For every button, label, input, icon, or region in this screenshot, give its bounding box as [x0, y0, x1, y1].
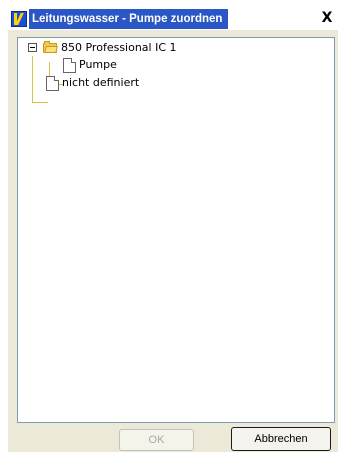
tree-expander-minus-icon[interactable]: [28, 43, 37, 52]
tree-node-nicht-definiert[interactable]: nicht definiert: [46, 75, 139, 91]
tree-view[interactable]: 850 Professional IC 1 Pumpe nicht defini…: [17, 37, 335, 423]
folder-open-icon: [42, 41, 58, 55]
app-logo-icon: [11, 11, 27, 27]
tree-node-folder[interactable]: 850 Professional IC 1: [42, 40, 177, 56]
ok-button[interactable]: OK: [119, 429, 194, 451]
tree-node-label: Pumpe: [79, 58, 117, 71]
tree-connector-line: [32, 56, 33, 103]
tree-node-label: nicht definiert: [62, 76, 140, 89]
tree-connector-line: [32, 102, 48, 103]
title-bar[interactable]: Leitungswasser - Pumpe zuordnen X: [8, 8, 338, 30]
dialog-window: Leitungswasser - Pumpe zuordnen X 850 Pr…: [8, 8, 338, 452]
window-title: Leitungswasser - Pumpe zuordnen: [29, 9, 229, 29]
close-button[interactable]: X: [318, 10, 336, 28]
tree-node-label: 850 Professional IC 1: [61, 41, 177, 54]
cancel-button[interactable]: Abbrechen: [231, 427, 331, 451]
document-icon: [63, 57, 76, 73]
document-icon: [46, 75, 59, 91]
tree-node-pumpe[interactable]: Pumpe: [63, 57, 117, 73]
